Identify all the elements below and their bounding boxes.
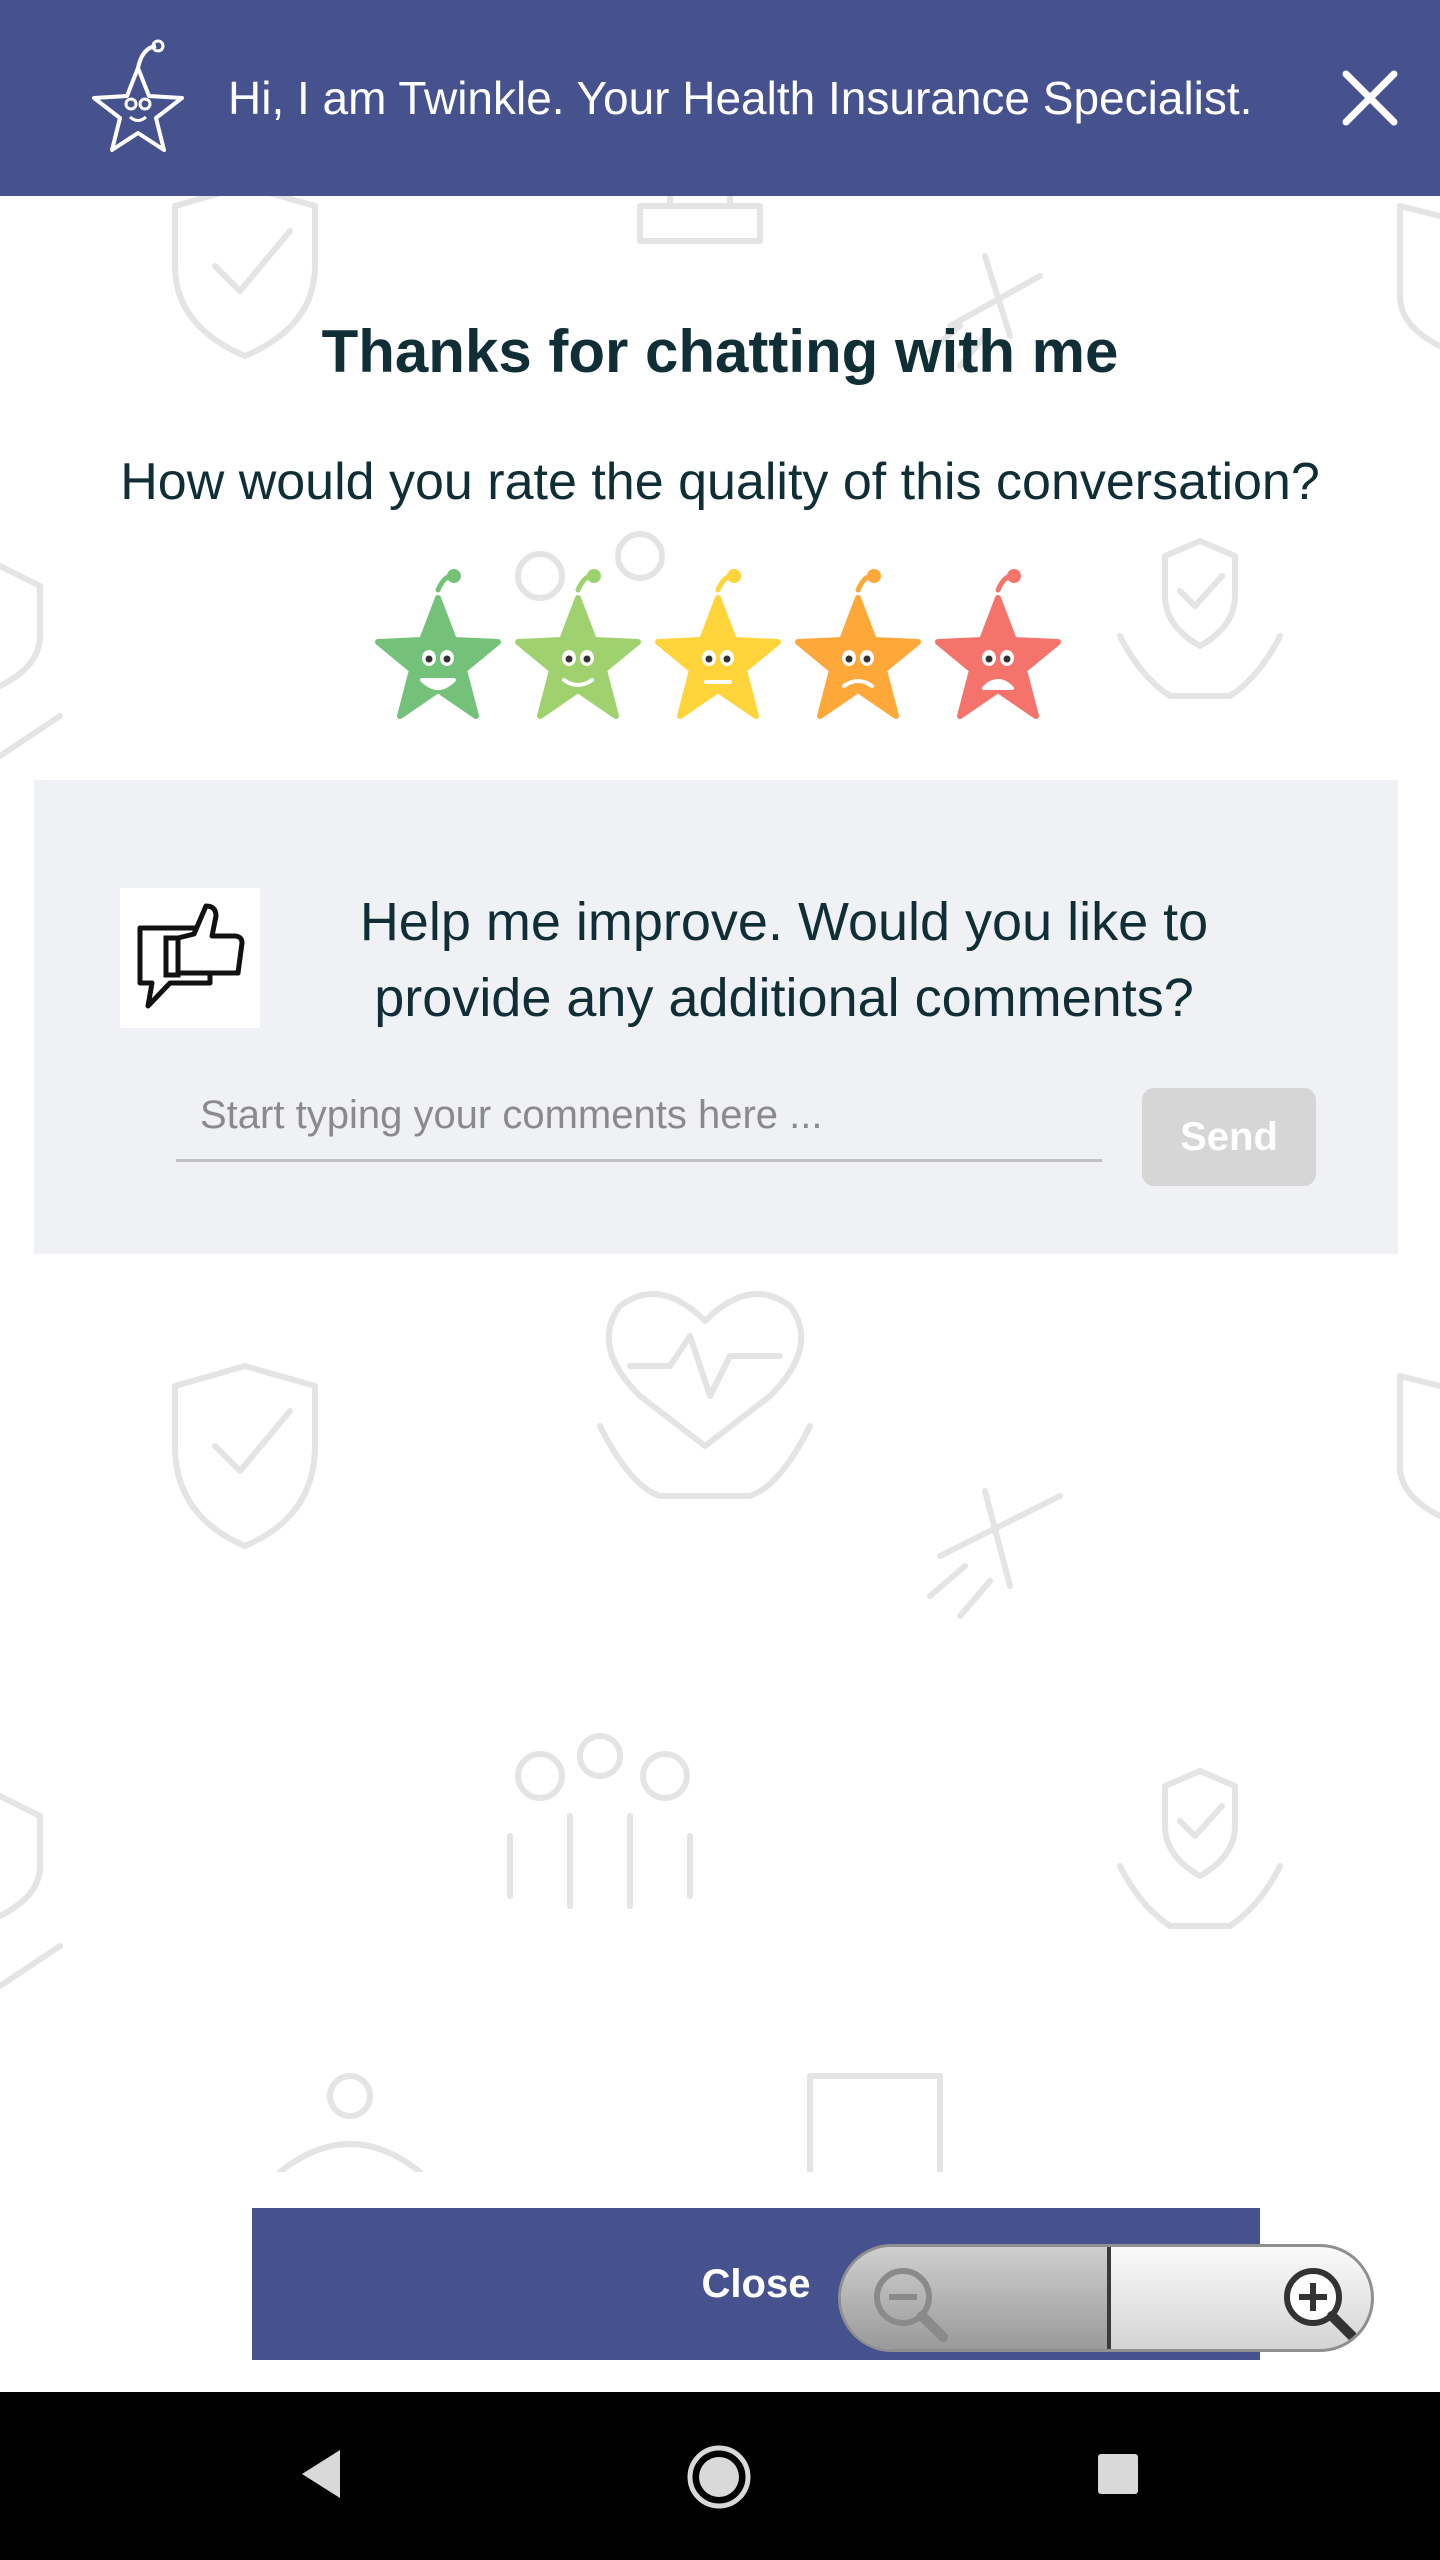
comment-input[interactable] bbox=[176, 1072, 1102, 1162]
feedback-card: Help me improve. Would you like to provi… bbox=[34, 780, 1398, 1254]
back-icon[interactable] bbox=[296, 2446, 346, 2502]
page-title: Thanks for chatting with me bbox=[321, 318, 1119, 385]
header-title: Hi, I am Twinkle. Your Health Insurance … bbox=[228, 72, 1253, 124]
family-icon-2 bbox=[515, 1733, 690, 1801]
thumbs-up-chat-icon bbox=[120, 888, 260, 1028]
send-button[interactable]: Send bbox=[1142, 1088, 1316, 1186]
close-icon[interactable] bbox=[1338, 66, 1402, 130]
recents-icon[interactable] bbox=[1096, 2452, 1140, 2496]
rating-question: How would you rate the quality of this c… bbox=[120, 453, 1320, 511]
zoom-in-button[interactable] bbox=[1111, 2247, 1371, 2349]
star-mascot-icon bbox=[92, 39, 184, 152]
rating-star-very-happy[interactable] bbox=[374, 568, 502, 728]
shield-hand-icon bbox=[1162, 538, 1238, 649]
document-shield-icon bbox=[807, 2073, 943, 2172]
zoom-out-button[interactable] bbox=[841, 2247, 1107, 2349]
rating-star-very-sad[interactable] bbox=[934, 568, 1062, 728]
rating-stars bbox=[374, 568, 1074, 728]
zoom-in-icon bbox=[1284, 2268, 1358, 2342]
plane-icon-2 bbox=[927, 1488, 1063, 1619]
heart-hand-icon bbox=[605, 1291, 805, 1449]
rating-star-neutral[interactable] bbox=[654, 568, 782, 728]
rating-star-happy[interactable] bbox=[514, 568, 642, 728]
shield-icon-2 bbox=[172, 1363, 318, 1549]
zoom-out-icon bbox=[874, 2268, 948, 2342]
shield-hand-icon-2 bbox=[1162, 1768, 1238, 1879]
home-icon[interactable] bbox=[686, 2444, 752, 2510]
briefcase-icon bbox=[637, 196, 763, 244]
system-navigation-bar bbox=[0, 2392, 1440, 2560]
zoom-control bbox=[838, 2244, 1374, 2352]
rating-star-sad[interactable] bbox=[794, 568, 922, 728]
feedback-prompt: Help me improve. Would you like to provi… bbox=[359, 892, 1209, 1028]
chat-header: Hi, I am Twinkle. Your Health Insurance … bbox=[0, 0, 1440, 196]
